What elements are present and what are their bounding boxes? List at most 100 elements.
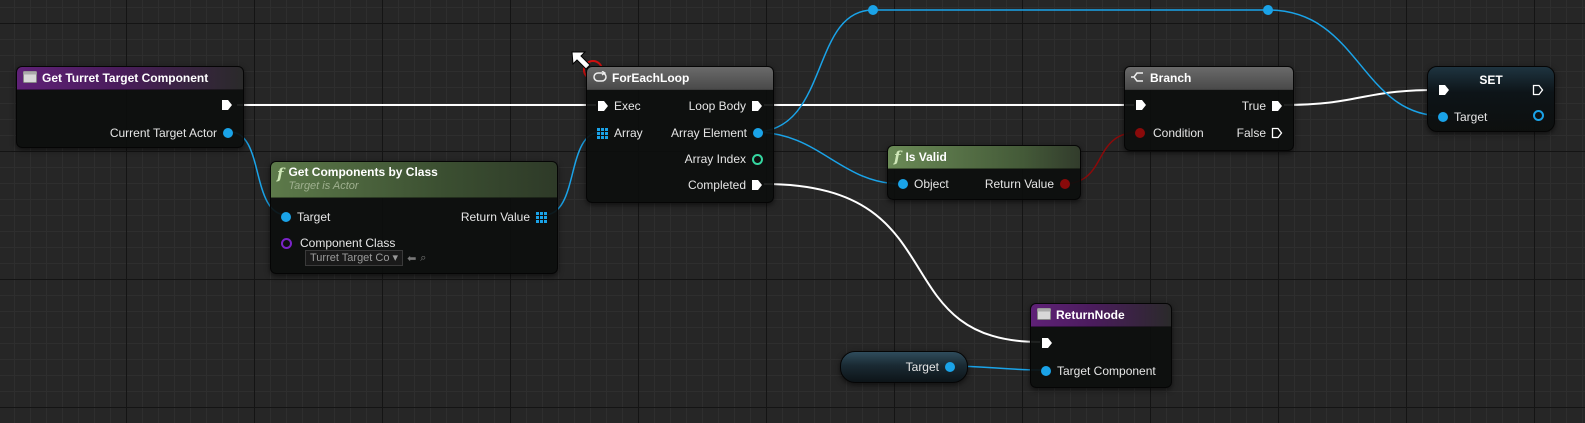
pin-label: Condition [1153, 126, 1204, 140]
exec-pin-icon [1042, 338, 1052, 348]
node-header: f Is Valid [888, 146, 1080, 169]
array-pin-icon [597, 127, 608, 139]
pin-label: Object [914, 177, 949, 191]
target-component-pin[interactable]: Target Component [1041, 364, 1156, 378]
pin-label: Target [1454, 110, 1488, 124]
object-wire-element-to-set-target [753, 9, 1444, 133]
exec-pin-icon [752, 180, 762, 190]
object-pin-icon [223, 128, 233, 138]
object-pin-icon [753, 128, 763, 138]
completed-pin[interactable]: Completed [688, 178, 763, 192]
condition-pin[interactable]: Condition [1135, 126, 1204, 140]
array-in-pin[interactable]: Array [597, 126, 643, 140]
exec-pin-icon [1272, 101, 1282, 111]
object-pin-icon [898, 179, 908, 189]
is-valid-return-pin[interactable]: Return Value [985, 177, 1070, 191]
node-title: Get Turret Target Component [42, 71, 209, 85]
return-value-pin[interactable]: Return Value [461, 210, 547, 224]
is-valid-node[interactable]: f Is Valid Object Return Value [887, 145, 1081, 200]
return-node[interactable]: ReturnNode Target Component [1030, 303, 1172, 388]
node-title: Is Valid [905, 150, 947, 164]
pin-label: Exec [614, 99, 641, 113]
node-title: Branch [1150, 71, 1192, 85]
node-title: Get Components by Class [288, 165, 438, 179]
exec-pin-icon [598, 101, 608, 111]
exec-out-pin[interactable] [221, 99, 233, 111]
bool-pin-icon [1060, 179, 1070, 189]
macro-loop-icon [593, 70, 607, 86]
function-f-icon: f [277, 165, 284, 183]
set-exec-in-pin[interactable] [1438, 84, 1450, 96]
array-element-pin[interactable]: Array Element [671, 126, 763, 140]
array-index-pin[interactable]: Array Index [685, 152, 763, 166]
exec-pin-icon [1439, 85, 1449, 95]
function-entry-icon [23, 70, 37, 86]
wire-layer [229, 5, 1444, 371]
return-exec-in-pin[interactable] [1041, 337, 1053, 349]
node-title: ReturnNode [1056, 308, 1125, 322]
node-header: f Get Components by Class Target is Acto… [271, 162, 557, 198]
foreach-loop-node[interactable]: ForEachLoop Exec Array Loop Body Array E… [586, 66, 774, 203]
pin-label: Current Target Actor [109, 126, 217, 140]
set-node[interactable]: SET Target [1427, 66, 1555, 132]
component-class-pin[interactable]: Component Class [281, 236, 395, 250]
current-target-actor-pin[interactable]: Current Target Actor [110, 126, 233, 140]
pin-label: Completed [687, 178, 746, 192]
pin-label: Return Value [984, 177, 1054, 191]
pin-label: Array Index [684, 152, 746, 166]
branch-exec-in-pin[interactable] [1135, 99, 1147, 111]
set-exec-out-pin[interactable] [1532, 84, 1544, 96]
get-components-by-class-node[interactable]: f Get Components by Class Target is Acto… [270, 161, 558, 274]
node-header: ReturnNode [1031, 304, 1171, 327]
pin-label: Target [905, 360, 939, 374]
pin-label: Array Element [670, 126, 747, 140]
pin-label: Component Class [300, 236, 396, 250]
object-pin-hollow-icon [1533, 110, 1544, 121]
function-entry-icon [1037, 307, 1051, 323]
true-pin[interactable]: True [1242, 99, 1283, 113]
reroute-node-left [868, 5, 878, 15]
exec-pin-icon [1136, 100, 1146, 110]
node-header: Branch [1125, 67, 1293, 90]
false-pin[interactable]: False [1237, 126, 1283, 140]
object-pin-icon [945, 362, 955, 372]
target-variable-out-pin[interactable]: Target [906, 360, 955, 374]
set-target-in-pin[interactable]: Target [1438, 110, 1487, 124]
pin-label: True [1241, 99, 1266, 113]
pin-label: Target Component [1057, 364, 1156, 378]
exec-pin-hollow-icon [1532, 84, 1544, 96]
reroute-node-right [1263, 5, 1273, 15]
pin-label: Array [614, 126, 643, 140]
set-target-out-pin[interactable] [1533, 110, 1544, 121]
exec-pin-icon [752, 101, 762, 111]
class-dropdown[interactable]: Turret Target Co ▾ [305, 250, 404, 266]
component-class-selector[interactable]: Turret Target Co ▾ ⬅ ⌕ [305, 250, 426, 266]
integer-pin-icon [752, 153, 763, 165]
target-pin[interactable]: Target [281, 210, 330, 224]
get-turret-target-component-node[interactable]: Get Turret Target Component Current Targ… [16, 66, 244, 148]
object-wire-element-to-isvalid [753, 131, 903, 185]
function-f-icon: f [894, 148, 901, 166]
object-in-pin[interactable]: Object [898, 177, 949, 191]
array-pin-icon [536, 211, 547, 223]
pin-label: Loop Body [688, 99, 746, 113]
exec-in-pin[interactable]: Exec [597, 99, 641, 113]
exec-wire-completed-to-return [763, 183, 1041, 343]
browse-search-icon[interactable]: ⌕ [420, 252, 426, 265]
target-variable-node[interactable]: Target [840, 351, 968, 383]
node-header: ForEachLoop [587, 67, 773, 90]
object-pin-icon [1041, 366, 1051, 376]
node-header: Get Turret Target Component [17, 67, 243, 90]
exec-wire-true-to-set [1283, 89, 1438, 106]
branch-node[interactable]: Branch Condition True False [1124, 66, 1294, 151]
use-selected-arrow-icon[interactable]: ⬅ [407, 252, 416, 265]
loop-body-pin[interactable]: Loop Body [689, 99, 763, 113]
pin-label: False [1236, 126, 1266, 140]
branch-icon [1131, 71, 1145, 86]
exec-pin-hollow-icon [1271, 127, 1283, 139]
class-pin-icon [281, 237, 292, 249]
pin-label: Target [297, 210, 331, 224]
bool-pin-icon [1135, 128, 1145, 138]
exec-pin-icon [222, 100, 232, 110]
node-title: ForEachLoop [612, 71, 690, 85]
